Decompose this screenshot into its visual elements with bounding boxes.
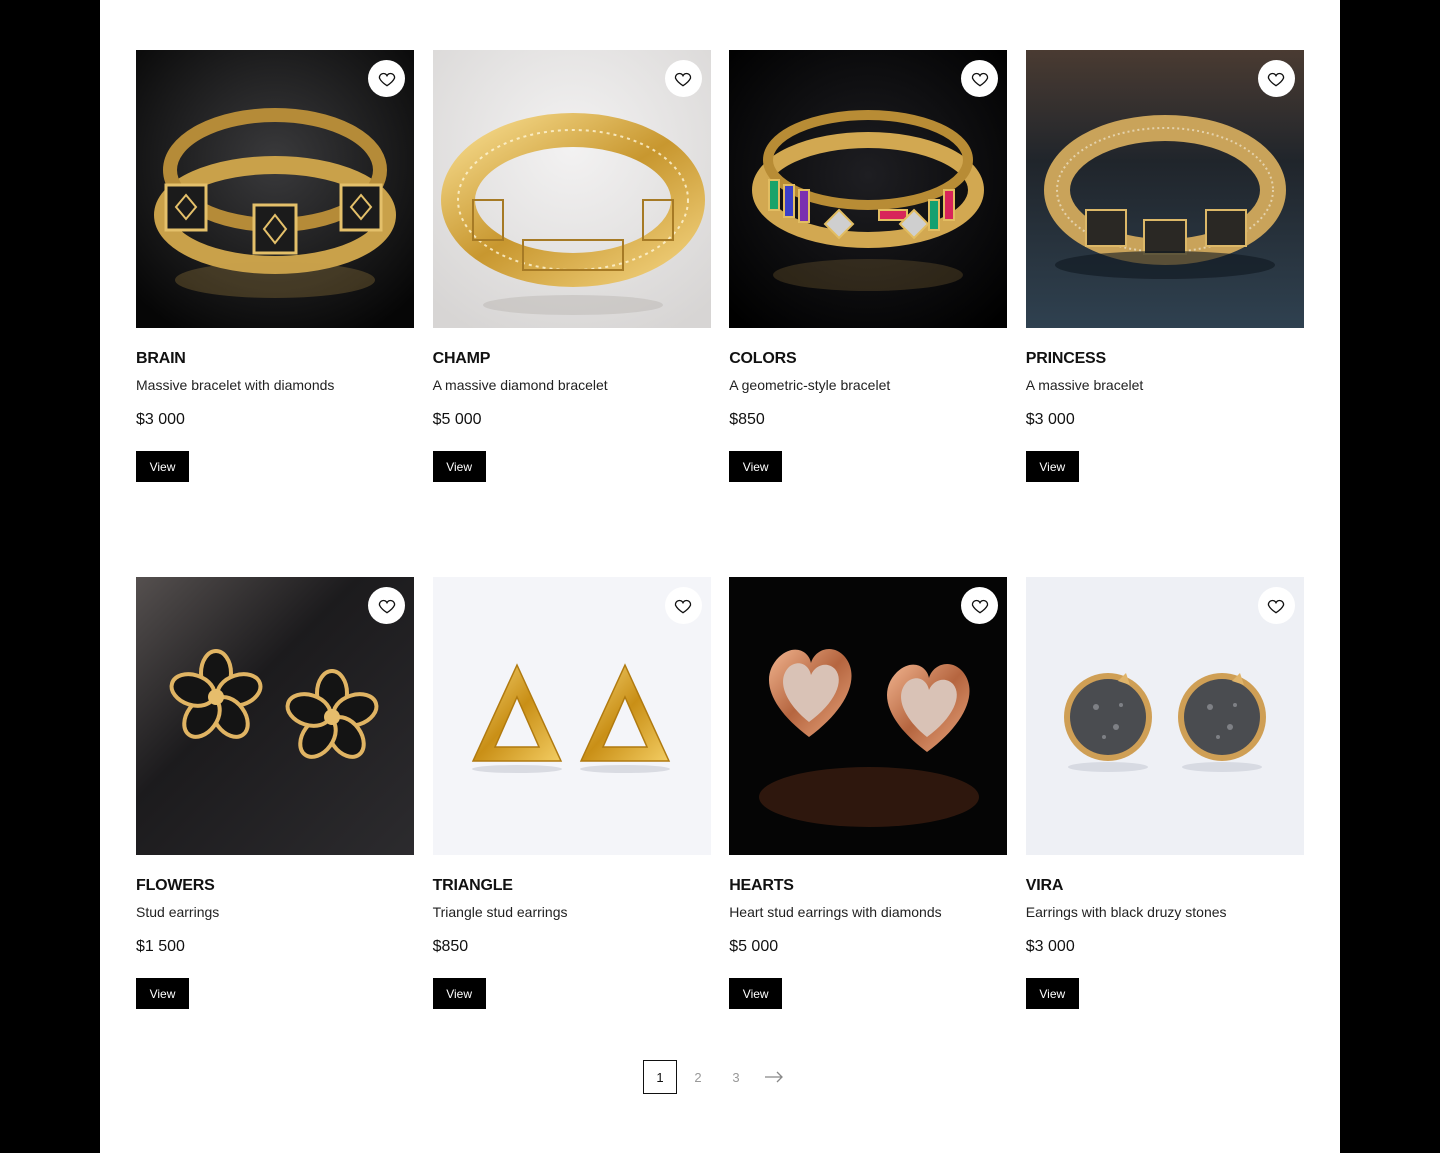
bracelet-image xyxy=(729,50,1008,328)
view-button[interactable]: View xyxy=(729,978,783,1009)
product-price: $5 000 xyxy=(432,411,482,428)
product-price: $1 500 xyxy=(136,938,185,955)
favorite-button[interactable] xyxy=(368,587,405,624)
favorite-button[interactable] xyxy=(664,60,702,97)
product-description: Massive bracelet with diamonds xyxy=(136,377,335,393)
heart-outline-icon xyxy=(378,599,395,613)
product-image[interactable] xyxy=(432,50,711,328)
earrings-image xyxy=(136,577,414,855)
product-image[interactable] xyxy=(729,50,1008,328)
page-1-button[interactable]: 1 xyxy=(643,1060,677,1094)
heart-outline-icon xyxy=(1268,599,1285,613)
view-button[interactable]: View xyxy=(1025,451,1079,482)
product-price: $850 xyxy=(432,938,469,955)
product-image[interactable] xyxy=(432,577,711,855)
view-button[interactable]: View xyxy=(136,978,189,1009)
view-button[interactable]: View xyxy=(136,451,189,482)
arrow-right-icon xyxy=(765,1071,783,1083)
view-button[interactable]: View xyxy=(1025,978,1079,1009)
product-image[interactable] xyxy=(136,50,414,328)
page-3-button[interactable]: 3 xyxy=(719,1060,753,1094)
product-name[interactable]: CHAMP xyxy=(433,349,711,368)
product-name[interactable]: FLOWERS xyxy=(136,876,414,895)
product-name[interactable]: VIRA xyxy=(1026,876,1304,895)
bracelet-image xyxy=(432,50,711,328)
favorite-button[interactable] xyxy=(1257,587,1295,624)
product-grid: BRAIN Massive bracelet with diamonds $3 … xyxy=(136,50,1304,1009)
heart-outline-icon xyxy=(971,72,988,86)
page-2-button[interactable]: 2 xyxy=(681,1060,715,1094)
heart-outline-icon xyxy=(378,72,395,86)
product-card: COLORS A geometric-style bracelet $850 V… xyxy=(729,50,1008,482)
product-card: PRINCESS A massive bracelet $3 000 View xyxy=(1025,50,1304,482)
product-price: $850 xyxy=(729,411,765,428)
heart-outline-icon xyxy=(971,599,988,613)
product-description: A geometric-style bracelet xyxy=(729,377,891,393)
product-image[interactable] xyxy=(1025,50,1304,328)
product-image[interactable] xyxy=(1025,577,1304,855)
product-name[interactable]: PRINCESS xyxy=(1026,349,1304,368)
product-description: Heart stud earrings with diamonds xyxy=(729,904,942,920)
product-description: A massive bracelet xyxy=(1025,377,1144,393)
product-description: Triangle stud earrings xyxy=(432,904,568,920)
product-card: BRAIN Massive bracelet with diamonds $3 … xyxy=(136,50,414,482)
product-card: FLOWERS Stud earrings $1 500 View xyxy=(136,577,414,1009)
favorite-button[interactable] xyxy=(961,587,999,624)
earrings-image xyxy=(1025,577,1304,855)
pagination: 1 2 3 xyxy=(643,1060,791,1094)
view-button[interactable]: View xyxy=(432,978,486,1009)
heart-outline-icon xyxy=(674,599,692,613)
product-listing-page: BRAIN Massive bracelet with diamonds $3 … xyxy=(100,0,1340,1153)
view-button[interactable]: View xyxy=(432,451,486,482)
product-description: Earrings with black druzy stones xyxy=(1025,904,1227,920)
favorite-button[interactable] xyxy=(368,60,405,97)
heart-outline-icon xyxy=(674,72,692,86)
product-image[interactable] xyxy=(729,577,1008,855)
earrings-image xyxy=(729,577,1008,855)
product-card: HEARTS Heart stud earrings with diamonds… xyxy=(729,577,1008,1009)
product-name[interactable]: BRAIN xyxy=(136,349,414,368)
product-name[interactable]: HEARTS xyxy=(729,876,1007,895)
product-description: A massive diamond bracelet xyxy=(432,377,608,393)
bracelet-image xyxy=(136,50,414,328)
product-name[interactable]: COLORS xyxy=(729,349,1007,368)
bracelet-image xyxy=(1025,50,1304,328)
heart-outline-icon xyxy=(1268,72,1285,86)
view-button[interactable]: View xyxy=(729,451,783,482)
product-price: $3 000 xyxy=(1025,938,1075,955)
product-price: $3 000 xyxy=(1025,411,1075,428)
product-image[interactable] xyxy=(136,577,414,855)
earrings-image xyxy=(432,577,711,855)
product-card: CHAMP A massive diamond bracelet $5 000 … xyxy=(432,50,711,482)
product-card: TRIANGLE Triangle stud earrings $850 Vie… xyxy=(432,577,711,1009)
product-price: $3 000 xyxy=(136,411,185,428)
product-name[interactable]: TRIANGLE xyxy=(433,876,711,895)
product-price: $5 000 xyxy=(729,938,779,955)
favorite-button[interactable] xyxy=(961,60,999,97)
product-card: VIRA Earrings with black druzy stones $3… xyxy=(1025,577,1304,1009)
next-page-button[interactable] xyxy=(757,1060,791,1094)
favorite-button[interactable] xyxy=(664,587,702,624)
favorite-button[interactable] xyxy=(1257,60,1295,97)
product-description: Stud earrings xyxy=(136,904,220,920)
